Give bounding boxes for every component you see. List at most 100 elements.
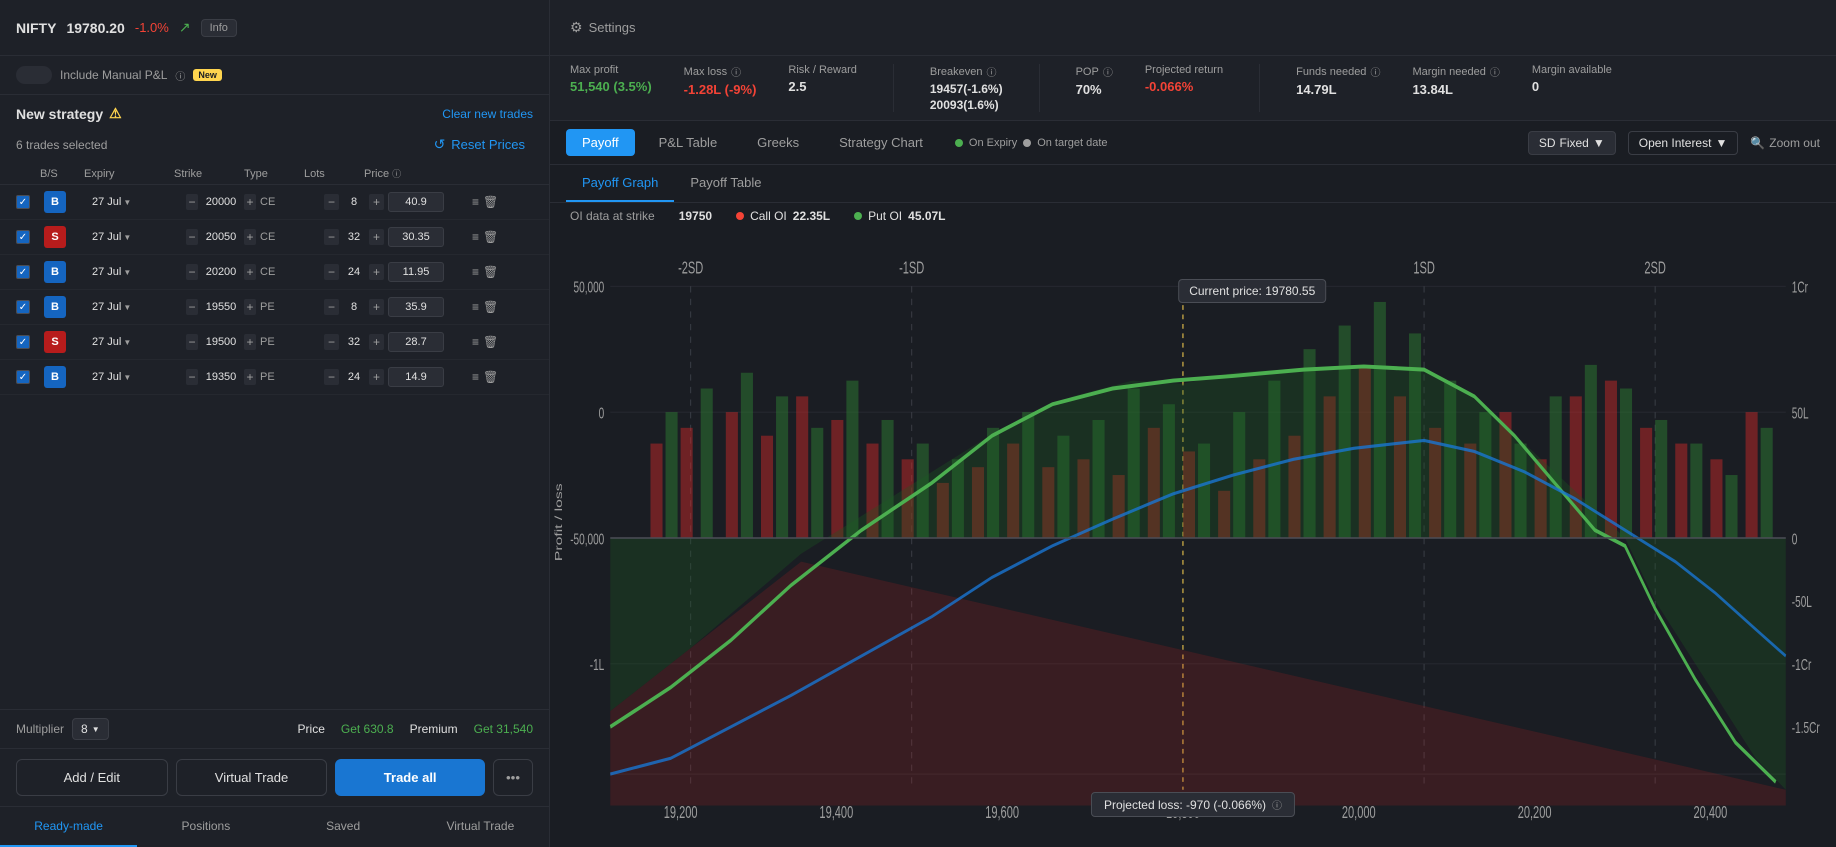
row-menu-3[interactable]: ≡ — [472, 300, 479, 314]
row-delete-0[interactable]: 🗑 — [483, 195, 498, 209]
row-checkbox-0[interactable]: ✓ — [16, 195, 30, 209]
more-options-button[interactable]: ••• — [493, 759, 533, 796]
row-checkbox-2[interactable]: ✓ — [16, 265, 30, 279]
price-input-2[interactable] — [388, 262, 444, 282]
add-edit-button[interactable]: Add / Edit — [16, 759, 168, 796]
row-delete-1[interactable]: 🗑 — [483, 230, 498, 244]
table-row: ✓ B 27 Jul ▼ − 20200 + CE − 24 + ≡ 🗑 — [0, 255, 549, 290]
sub-tab-payoff-graph[interactable]: Payoff Graph — [566, 165, 674, 202]
row-bs-2[interactable]: B — [44, 261, 66, 283]
lots-plus-1[interactable]: + — [369, 229, 384, 245]
row-expiry-0[interactable]: 27 Jul ▼ — [92, 196, 182, 208]
put-oi-dot — [854, 212, 862, 220]
lots-plus-0[interactable]: + — [369, 194, 384, 210]
row-bs-4[interactable]: S — [44, 331, 66, 353]
price-input-4[interactable] — [388, 332, 444, 352]
lots-minus-1[interactable]: − — [324, 229, 339, 245]
lots-plus-5[interactable]: + — [369, 369, 384, 385]
strike-minus-1[interactable]: − — [186, 229, 198, 245]
strike-minus-0[interactable]: − — [186, 194, 198, 210]
lots-plus-2[interactable]: + — [369, 264, 384, 280]
row-menu-0[interactable]: ≡ — [472, 195, 479, 209]
svg-text:-1L: -1L — [590, 656, 605, 674]
lots-minus-4[interactable]: − — [324, 334, 339, 350]
strike-plus-1[interactable]: + — [244, 229, 256, 245]
lots-val-5: 24 — [342, 371, 366, 383]
row-bs-1[interactable]: S — [44, 226, 66, 248]
strike-plus-4[interactable]: + — [244, 334, 256, 350]
tab-positions[interactable]: Positions — [137, 807, 274, 847]
row-delete-4[interactable]: 🗑 — [483, 335, 498, 349]
row-expiry-5[interactable]: 27 Jul ▼ — [92, 371, 182, 383]
price-input-5[interactable] — [388, 367, 444, 387]
table-row: ✓ S 27 Jul ▼ − 20050 + CE − 32 + ≡ 🗑 — [0, 220, 549, 255]
tab-virtual-trade[interactable]: Virtual Trade — [412, 807, 549, 847]
row-expiry-1[interactable]: 27 Jul ▼ — [92, 231, 182, 243]
table-row: ✓ B 27 Jul ▼ − 20000 + CE − 8 + ≡ 🗑 — [0, 185, 549, 220]
tab-pl-table[interactable]: P&L Table — [643, 129, 734, 156]
tab-greeks[interactable]: Greeks — [741, 129, 815, 156]
strike-plus-0[interactable]: + — [244, 194, 256, 210]
row-bs-3[interactable]: B — [44, 296, 66, 318]
strike-plus-3[interactable]: + — [244, 299, 256, 315]
row-menu-2[interactable]: ≡ — [472, 265, 479, 279]
max-profit-label: Max profit — [570, 64, 618, 76]
projected-loss-bar: Projected loss: -970 (-0.066%) ⓘ — [1091, 792, 1295, 817]
price-input-3[interactable] — [388, 297, 444, 317]
sd-select[interactable]: SD Fixed ▼ — [1528, 131, 1616, 155]
lots-minus-2[interactable]: − — [324, 264, 339, 280]
row-bs-5[interactable]: B — [44, 366, 66, 388]
row-menu-1[interactable]: ≡ — [472, 230, 479, 244]
strike-minus-3[interactable]: − — [186, 299, 198, 315]
row-menu-4[interactable]: ≡ — [472, 335, 479, 349]
oi-strike-value: 19750 — [679, 209, 712, 223]
reset-prices-button[interactable]: ↺ Reset Prices — [426, 132, 533, 157]
settings-button[interactable]: ⚙ Settings — [570, 19, 636, 36]
lots-minus-3[interactable]: − — [324, 299, 339, 315]
manual-pnl-toggle[interactable] — [16, 66, 52, 84]
strike-minus-5[interactable]: − — [186, 369, 198, 385]
row-checkbox-4[interactable]: ✓ — [16, 335, 30, 349]
max-loss-value: -1.28L (-9%) — [684, 82, 757, 97]
oi-select[interactable]: Open Interest ▼ — [1628, 131, 1739, 155]
sub-tab-payoff-table[interactable]: Payoff Table — [674, 165, 777, 202]
lots-plus-4[interactable]: + — [369, 334, 384, 350]
tab-ready-made[interactable]: Ready-made — [0, 807, 137, 847]
table-row: ✓ S 27 Jul ▼ − 19500 + PE − 32 + ≡ 🗑 — [0, 325, 549, 360]
strike-plus-5[interactable]: + — [244, 369, 256, 385]
risk-reward-label: Risk / Reward — [788, 64, 856, 76]
strike-minus-2[interactable]: − — [186, 264, 198, 280]
row-bs-0[interactable]: B — [44, 191, 66, 213]
strike-minus-4[interactable]: − — [186, 334, 198, 350]
row-delete-3[interactable]: 🗑 — [483, 300, 498, 314]
row-checkbox-3[interactable]: ✓ — [16, 300, 30, 314]
lots-minus-0[interactable]: − — [324, 194, 339, 210]
tab-saved[interactable]: Saved — [275, 807, 412, 847]
row-checkbox-1[interactable]: ✓ — [16, 230, 30, 244]
trade-all-button[interactable]: Trade all — [335, 759, 485, 796]
row-menu-5[interactable]: ≡ — [472, 370, 479, 384]
tab-strategy-chart[interactable]: Strategy Chart — [823, 129, 939, 156]
info-button[interactable]: Info — [201, 19, 237, 37]
lots-plus-3[interactable]: + — [369, 299, 384, 315]
price-input-1[interactable] — [388, 227, 444, 247]
row-delete-5[interactable]: 🗑 — [483, 370, 498, 384]
zoom-out-button[interactable]: 🔍 Zoom out — [1750, 136, 1820, 150]
row-delete-2[interactable]: 🗑 — [483, 265, 498, 279]
row-lots-5: − 24 + — [324, 369, 384, 385]
row-expiry-2[interactable]: 27 Jul ▼ — [92, 266, 182, 278]
virtual-trade-button[interactable]: Virtual Trade — [176, 759, 328, 796]
projected-return-value: -0.066% — [1145, 79, 1193, 94]
expiry-arrow-2: ▼ — [123, 268, 131, 277]
multiplier-select[interactable]: 8 ▼ — [72, 718, 109, 740]
clear-trades-button[interactable]: Clear new trades — [442, 107, 533, 121]
tab-payoff[interactable]: Payoff — [566, 129, 635, 156]
strike-plus-2[interactable]: + — [244, 264, 256, 280]
row-checkbox-5[interactable]: ✓ — [16, 370, 30, 384]
breakeven-info: ⓘ — [986, 64, 996, 79]
lots-minus-5[interactable]: − — [324, 369, 339, 385]
row-expiry-4[interactable]: 27 Jul ▼ — [92, 336, 182, 348]
row-expiry-3[interactable]: 27 Jul ▼ — [92, 301, 182, 313]
price-input-0[interactable] — [388, 192, 444, 212]
oi-label: Open Interest — [1639, 136, 1712, 150]
